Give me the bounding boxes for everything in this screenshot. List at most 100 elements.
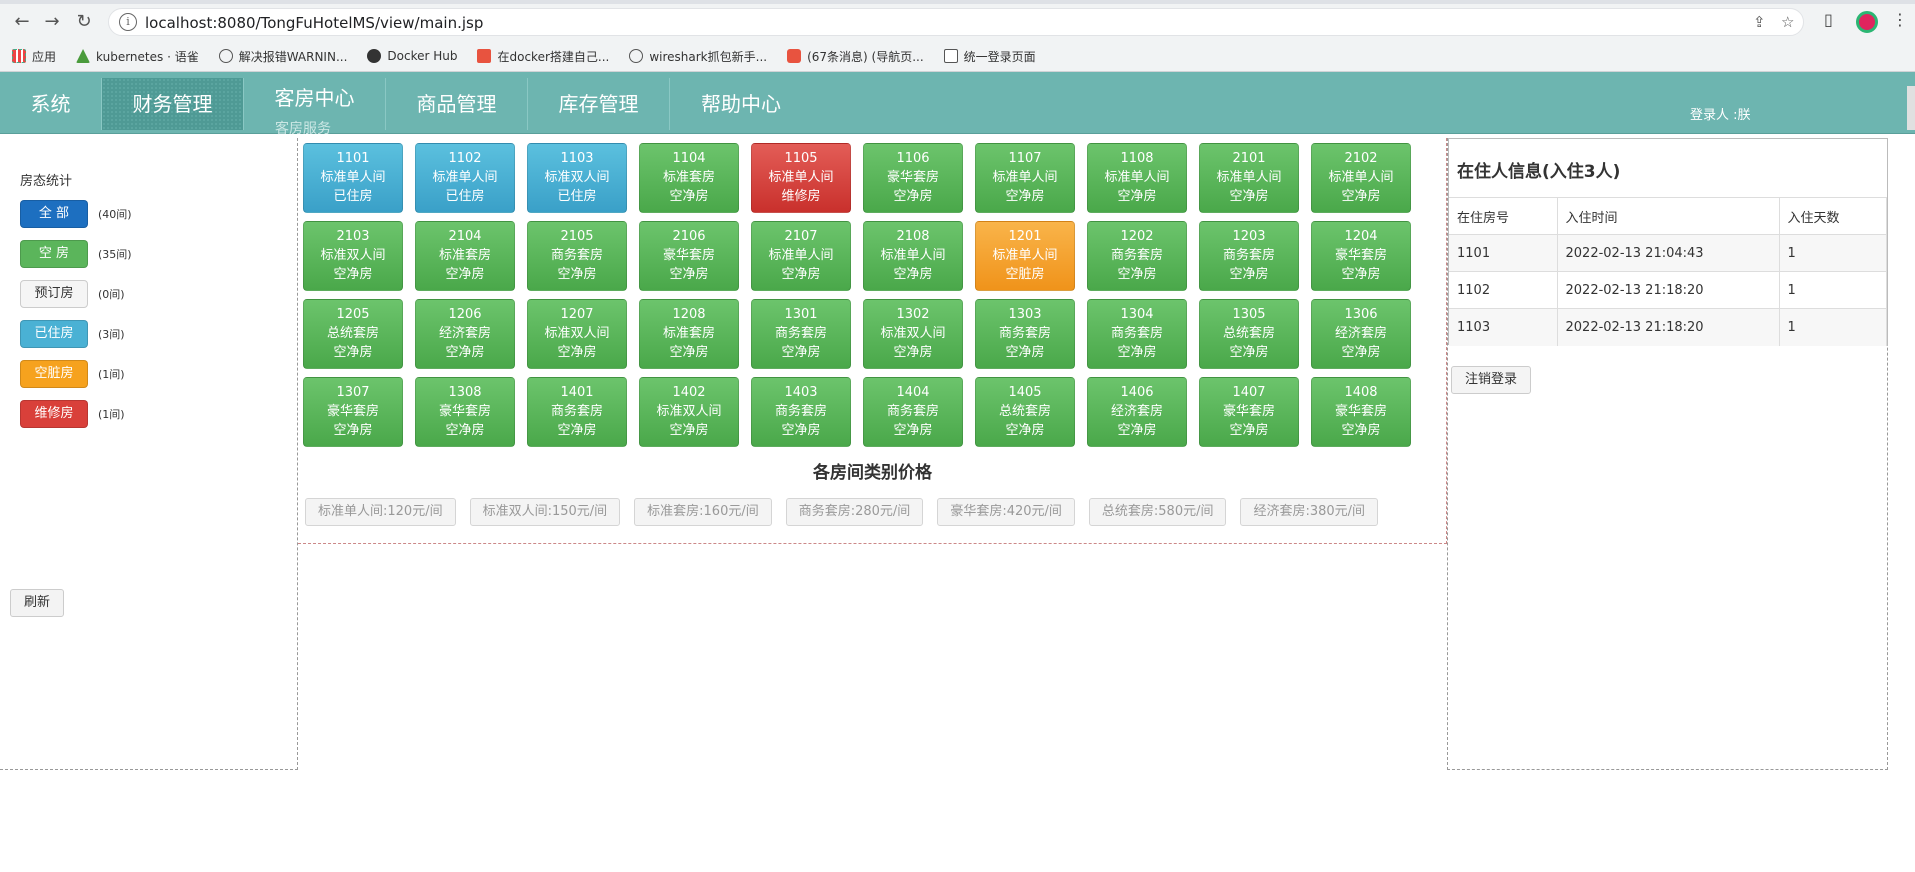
forward-icon[interactable]: → [40, 10, 64, 34]
room-status: 空净房 [893, 345, 933, 360]
room-tile[interactable]: 1407 豪华套房 空净房 [1199, 377, 1299, 447]
price-chip[interactable]: 豪华套房:420元/间 [937, 498, 1075, 526]
room-type: 标准单人间 [992, 170, 1058, 185]
room-tile[interactable]: 2105 商务套房 空净房 [527, 221, 627, 291]
room-tile[interactable]: 1307 豪华套房 空净房 [303, 377, 403, 447]
room-tile[interactable]: 2106 豪华套房 空净房 [639, 221, 739, 291]
room-tile[interactable]: 1106 豪华套房 空净房 [863, 143, 963, 213]
logout-button[interactable]: 注销登录 [1451, 366, 1531, 394]
room-tile[interactable]: 1302 标准双人间 空净房 [863, 299, 963, 369]
room-tile[interactable]: 1403 商务套房 空净房 [751, 377, 851, 447]
bookmark-kubernetes[interactable]: kubernetes · 语雀 [76, 48, 199, 65]
filter-repair-button[interactable]: 维修房 [20, 400, 88, 428]
price-chip[interactable]: 标准套房:160元/间 [634, 498, 772, 526]
room-tile[interactable]: 1402 标准双人间 空净房 [639, 377, 739, 447]
room-tile[interactable]: 2101 标准单人间 空净房 [1199, 143, 1299, 213]
bookmark-docker-build[interactable]: 在docker搭建自己... [477, 48, 609, 65]
room-tile[interactable]: 1401 商务套房 空净房 [527, 377, 627, 447]
room-tile[interactable]: 1306 经济套房 空净房 [1311, 299, 1411, 369]
price-chip[interactable]: 经济套房:380元/间 [1240, 498, 1379, 526]
room-tile[interactable]: 1202 商务套房 空净房 [1087, 221, 1187, 291]
filter-booked-button[interactable]: 预订房 [20, 280, 88, 308]
room-type: 商务套房 [1110, 248, 1163, 263]
bookmark-dockerhub[interactable]: Docker Hub [367, 49, 457, 63]
side-panel-icon[interactable]: ▯ [1824, 10, 1833, 29]
room-number: 1103 [560, 151, 594, 166]
room-tile[interactable]: 1308 豪华套房 空净房 [415, 377, 515, 447]
back-icon[interactable]: ← [10, 10, 34, 34]
price-chip[interactable]: 标准双人间:150元/间 [469, 498, 621, 526]
room-status: 空净房 [333, 345, 373, 360]
bookmark-warning[interactable]: 解决报错WARNIN... [218, 48, 347, 65]
filter-occupied-button[interactable]: 已住房 [20, 320, 88, 348]
room-tile[interactable]: 1304 商务套房 空净房 [1087, 299, 1187, 369]
price-chip[interactable]: 总统套房:580元/间 [1088, 498, 1227, 526]
menu-goods[interactable]: 商品管理 [386, 78, 528, 130]
room-tile[interactable]: 2107 标准单人间 空净房 [751, 221, 851, 291]
menu-inventory[interactable]: 库存管理 [528, 78, 670, 130]
price-chip[interactable]: 标准单人间:120元/间 [305, 498, 456, 526]
filter-empty-button[interactable]: 空 房 [20, 240, 88, 268]
site-info-icon[interactable]: i [119, 13, 137, 31]
room-tile[interactable]: 1408 豪华套房 空净房 [1311, 377, 1411, 447]
room-tile[interactable]: 1104 标准套房 空净房 [639, 143, 739, 213]
room-tile[interactable]: 1103 标准双人间 已住房 [527, 143, 627, 213]
filter-dirty-button[interactable]: 空脏房 [20, 360, 88, 388]
room-status: 空脏房 [1005, 267, 1045, 282]
table-row[interactable]: 1103 2022-02-13 21:18:20 1 [1449, 308, 1887, 346]
bookmark-wireshark[interactable]: wireshark抓包新手... [629, 48, 767, 65]
room-tile[interactable]: 2104 标准套房 空净房 [415, 221, 515, 291]
room-status: 已住房 [557, 189, 597, 204]
menu-system[interactable]: 系统 [0, 78, 102, 130]
room-tile[interactable]: 1405 总统套房 空净房 [975, 377, 1075, 447]
price-chip[interactable]: 商务套房:280元/间 [785, 498, 924, 526]
url-text[interactable]: localhost:8080/TongFuHotelMS/view/main.j… [145, 14, 483, 32]
bookmark-apps[interactable]: 应用 [12, 48, 56, 65]
room-tile[interactable]: 1305 总统套房 空净房 [1199, 299, 1299, 369]
room-number: 1203 [1232, 229, 1266, 244]
room-tile[interactable]: 2103 标准双人间 空净房 [303, 221, 403, 291]
room-tile[interactable]: 1301 商务套房 空净房 [751, 299, 851, 369]
menu-finance[interactable]: 财务管理 [102, 78, 244, 130]
room-tile[interactable]: 1107 标准单人间 空净房 [975, 143, 1075, 213]
room-type: 商务套房 [998, 326, 1051, 341]
room-tile[interactable]: 1208 标准套房 空净房 [639, 299, 739, 369]
filter-all-button[interactable]: 全 部 [20, 200, 88, 228]
share-icon[interactable]: ⇪ [1753, 13, 1766, 31]
room-tile[interactable]: 1404 商务套房 空净房 [863, 377, 963, 447]
table-row[interactable]: 1101 2022-02-13 21:04:43 1 [1449, 234, 1887, 272]
address-bar[interactable]: i localhost:8080/TongFuHotelMS/view/main… [108, 8, 1804, 36]
room-tile[interactable]: 2102 标准单人间 空净房 [1311, 143, 1411, 213]
room-number: 1403 [784, 385, 818, 400]
room-type: 标准双人间 [656, 404, 722, 419]
room-tile[interactable]: 1201 标准单人间 空脏房 [975, 221, 1075, 291]
room-tile[interactable]: 1205 总统套房 空净房 [303, 299, 403, 369]
bookmark-login[interactable]: 统一登录页面 [943, 48, 1036, 65]
menu-help[interactable]: 帮助中心 [670, 78, 812, 130]
room-type: 商务套房 [774, 326, 827, 341]
room-tile[interactable]: 1105 标准单人间 维修房 [751, 143, 851, 213]
room-tile[interactable]: 1204 豪华套房 空净房 [1311, 221, 1411, 291]
room-tile[interactable]: 2108 标准单人间 空净房 [863, 221, 963, 291]
guest-title: 在住人信息(入住3人) [1457, 162, 1621, 182]
room-tile[interactable]: 1206 经济套房 空净房 [415, 299, 515, 369]
bookmark-star-icon[interactable]: ☆ [1781, 13, 1794, 31]
profile-avatar[interactable] [1856, 11, 1878, 33]
room-type: 标准套房 [662, 170, 715, 185]
room-tile[interactable]: 1101 标准单人间 已住房 [303, 143, 403, 213]
reload-icon[interactable]: ↻ [72, 10, 96, 34]
room-tile[interactable]: 1203 商务套房 空净房 [1199, 221, 1299, 291]
submenu-room-service[interactable]: 客房服务 [275, 118, 331, 138]
refresh-button[interactable]: 刷新 [10, 589, 64, 617]
table-row[interactable]: 1102 2022-02-13 21:18:20 1 [1449, 271, 1887, 309]
room-tile[interactable]: 1102 标准单人间 已住房 [415, 143, 515, 213]
room-tile[interactable]: 1207 标准双人间 空净房 [527, 299, 627, 369]
menu-dots-icon[interactable]: ⋮ [1892, 10, 1908, 29]
room-tile[interactable]: 1303 商务套房 空净房 [975, 299, 1075, 369]
room-tile[interactable]: 1108 标准单人间 空净房 [1087, 143, 1187, 213]
room-number: 1406 [1120, 385, 1154, 400]
bookmark-csdn[interactable]: (67条消息) (导航页... [787, 48, 924, 65]
header-scrollbar[interactable] [1907, 86, 1915, 130]
room-tile[interactable]: 1406 经济套房 空净房 [1087, 377, 1187, 447]
room-type: 标准双人间 [544, 326, 610, 341]
